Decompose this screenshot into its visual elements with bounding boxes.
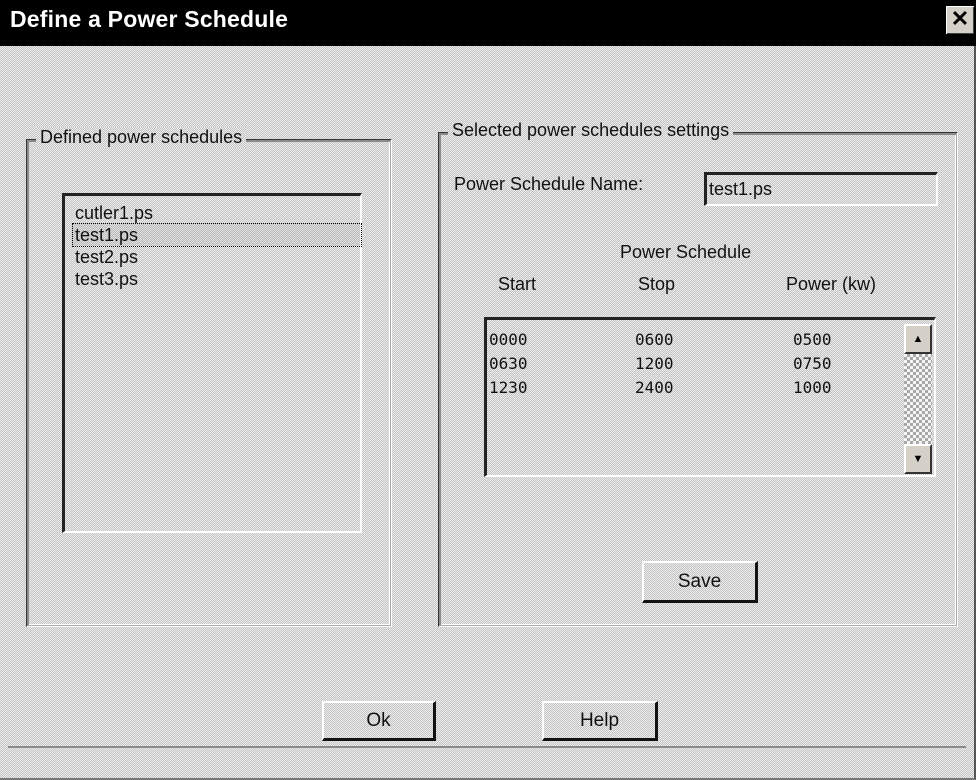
down-arrow-icon: ▼ (912, 453, 924, 465)
scroll-up-button[interactable]: ▲ (904, 324, 932, 354)
table-cell: 1200 (635, 354, 674, 373)
column-header-power: Power (kw) (786, 274, 877, 294)
scrollbar-track[interactable] (904, 354, 932, 444)
table-title: Power Schedule (620, 242, 752, 262)
schedule-settings-label: Selected power schedules settings (448, 120, 734, 141)
help-button[interactable]: Help (542, 701, 658, 741)
table-cell: 0750 (793, 354, 832, 373)
close-icon: ✕ (950, 6, 970, 31)
list-item-selected[interactable]: test1.ps (72, 223, 362, 247)
window-title: Define a Power Schedule (10, 6, 289, 32)
list-item[interactable]: cutler1.ps (73, 202, 155, 224)
dialog-window: Define a Power Schedule ✕ Defined power … (0, 0, 976, 780)
table-cell: 0600 (635, 330, 674, 349)
list-item[interactable]: test3.ps (73, 268, 140, 290)
up-arrow-icon: ▲ (912, 333, 924, 345)
schedule-settings-group: Selected power schedules settings Power … (438, 120, 958, 627)
schedule-table[interactable]: 0000 0600 0500 0630 1200 0750 1230 2400 … (484, 317, 936, 477)
status-bar (8, 746, 966, 774)
schedules-listbox[interactable]: cutler1.ps test1.ps test2.ps test3.ps (62, 193, 362, 533)
list-item[interactable]: test2.ps (73, 246, 140, 268)
close-button[interactable]: ✕ (946, 6, 974, 34)
defined-schedules-label: Defined power schedules (36, 127, 247, 148)
table-cell: 1000 (793, 378, 832, 397)
table-cell: 0500 (793, 330, 832, 349)
title-bar: Define a Power Schedule ✕ (0, 0, 976, 46)
schedule-name-label: Power Schedule Name: (454, 174, 644, 194)
save-button[interactable]: Save (642, 561, 758, 603)
table-cell: 0630 (489, 354, 528, 373)
ok-button[interactable]: Ok (322, 701, 436, 741)
defined-schedules-group: Defined power schedules cutler1.ps test1… (26, 127, 392, 627)
column-header-start: Start (498, 274, 537, 294)
schedule-name-value: test1.ps (709, 179, 773, 199)
dialog-client: Defined power schedules cutler1.ps test1… (0, 46, 974, 778)
table-cell: 2400 (635, 378, 674, 397)
table-cell: 0000 (489, 330, 528, 349)
scroll-down-button[interactable]: ▼ (904, 444, 932, 474)
column-header-stop: Stop (638, 274, 676, 294)
schedule-name-field[interactable]: test1.ps (704, 172, 938, 206)
table-cell: 1230 (489, 378, 528, 397)
